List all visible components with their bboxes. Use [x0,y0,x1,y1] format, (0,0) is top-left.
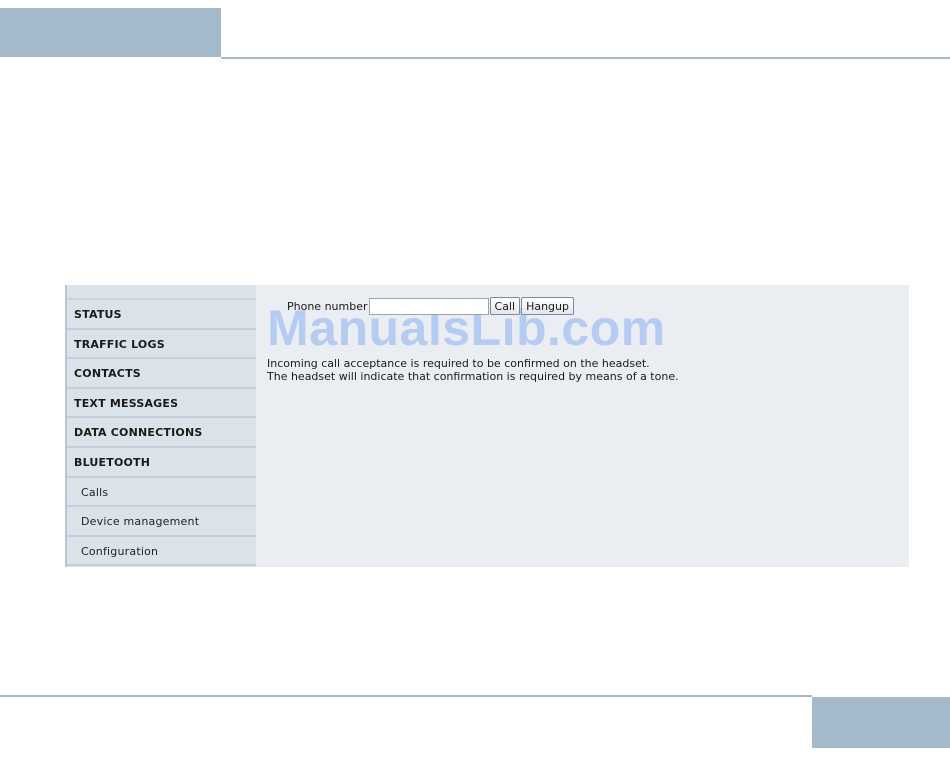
header-rule [221,57,950,59]
footer-tab-decoration [812,697,950,748]
sidebar-item-traffic-logs[interactable]: TRAFFIC LOGS [67,330,256,360]
info-line-confirmation: Incoming call acceptance is required to … [267,357,650,370]
footer-rule [0,695,812,697]
sidebar-item-configuration[interactable]: Configuration [67,537,256,567]
phone-number-input[interactable] [368,297,489,315]
sidebar-item-data-connections[interactable]: DATA CONNECTIONS [67,418,256,448]
sidebar-item-status[interactable]: STATUS [67,300,256,330]
info-line-tone: The headset will indicate that confirmat… [267,370,679,383]
header-tab-decoration [0,8,221,57]
web-interface-screenshot: STATUS TRAFFIC LOGS CONTACTS TEXT MESSAG… [65,285,909,567]
manual-page: STATUS TRAFFIC LOGS CONTACTS TEXT MESSAG… [0,0,950,757]
sidebar-header [67,285,256,300]
sidebar-nav: STATUS TRAFFIC LOGS CONTACTS TEXT MESSAG… [65,285,256,567]
sidebar-item-bluetooth[interactable]: BLUETOOTH [67,448,256,478]
call-button[interactable]: Call [489,297,521,315]
sidebar-item-text-messages[interactable]: TEXT MESSAGES [67,389,256,419]
sidebar-item-calls[interactable]: Calls [67,478,256,508]
sidebar-item-device-management[interactable]: Device management [67,507,256,537]
phone-call-form: Phone number Call Hangup [287,296,574,316]
call-info-text: Incoming call acceptance is required to … [267,357,679,383]
sidebar-item-contacts[interactable]: CONTACTS [67,359,256,389]
phone-number-label: Phone number [287,299,368,313]
hangup-button[interactable]: Hangup [521,297,574,315]
main-content: ManualsLib.com Phone number Call Hangup … [256,285,909,567]
